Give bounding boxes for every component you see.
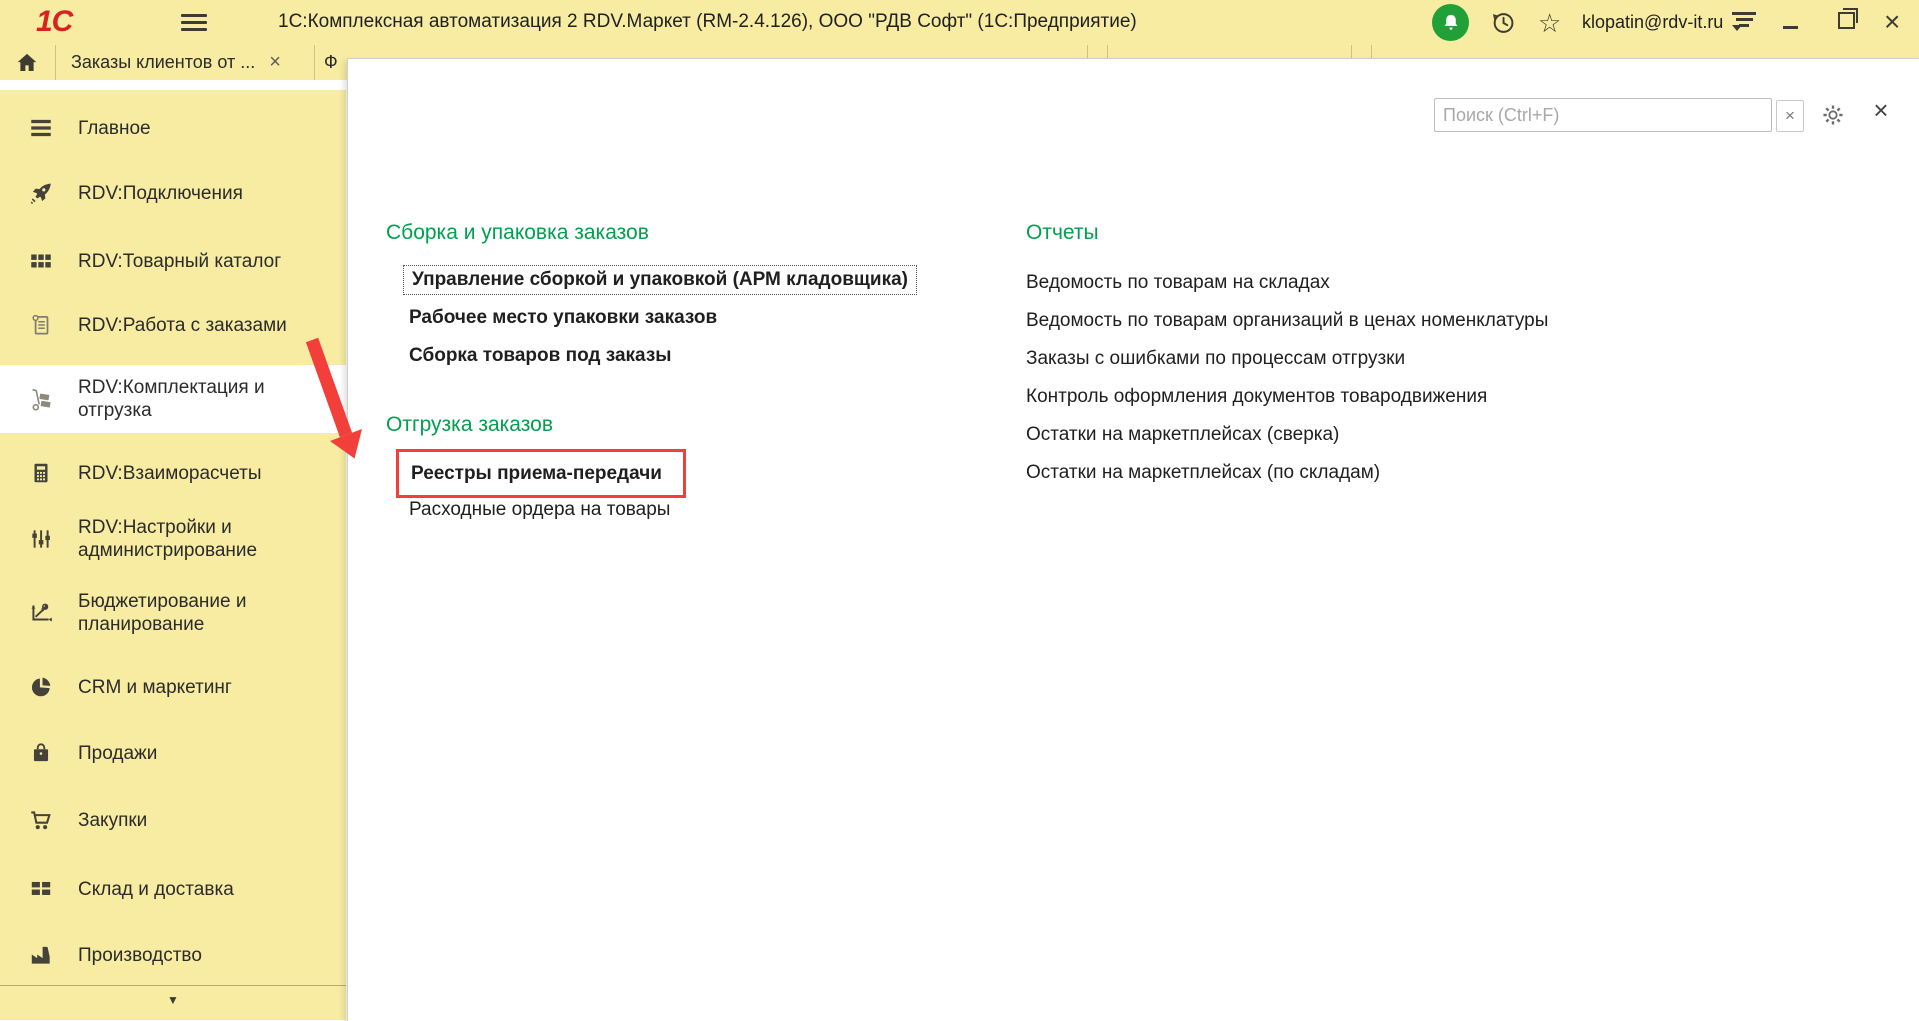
close-icon: ×: [1785, 106, 1795, 125]
title-bar: 1С 1С:Комплексная автоматизация 2 RDV.Ма…: [0, 0, 1919, 48]
pie-chart-icon: [28, 674, 54, 700]
search-clear-button[interactable]: ×: [1776, 100, 1804, 132]
sidebar-divider: [0, 985, 346, 986]
sidebar-item-label: RDV:Товарный каталог: [78, 250, 282, 272]
report-marketplace-stock-check[interactable]: Остатки на маркетплейсах (сверка): [1026, 424, 1339, 446]
sidebar-item-label: RDV:Настройки и администрирование: [78, 517, 258, 561]
gear-icon: [1823, 105, 1843, 125]
sidebar-item-label: Главное: [78, 117, 151, 139]
service-menu-button[interactable]: [1732, 12, 1756, 49]
history-clock-icon: [1492, 13, 1514, 33]
sidebar-item-warehouse[interactable]: Склад и доставка: [0, 869, 346, 909]
sidebar-item-label: CRM и маркетинг: [78, 676, 232, 698]
tab-close-icon[interactable]: ×: [269, 51, 281, 74]
group-title-reports: Отчеты: [1026, 221, 1099, 244]
favorites-star-icon[interactable]: ☆: [1538, 6, 1561, 40]
sidebar-item-rdv-admin[interactable]: RDV:Настройки и администрирование: [0, 511, 346, 567]
report-orders-with-errors[interactable]: Заказы с ошибками по процессам отгрузки: [1026, 348, 1405, 370]
factory-icon: [28, 942, 54, 968]
home-icon: [17, 53, 37, 71]
minimize-button[interactable]: [1783, 26, 1798, 29]
hamburger-icon: [28, 115, 54, 141]
section-functions-panel: × × Сборка и упаковка заказов Управление…: [347, 58, 1919, 1021]
sidebar-item-production[interactable]: Производство: [0, 935, 346, 975]
sidebar-item-purchases[interactable]: Закупки: [0, 800, 346, 840]
history-button[interactable]: [1486, 6, 1520, 40]
tab-partial[interactable]: Ф: [324, 45, 338, 80]
sidebar-item-label: Бюджетирование и планирование: [78, 591, 247, 635]
focused-command-outline: Управление сборкой и упаковкой (АРМ клад…: [403, 265, 918, 295]
command-assembly-management[interactable]: Управление сборкой и упаковкой (АРМ клад…: [412, 269, 908, 290]
main-menu-button[interactable]: [181, 14, 207, 31]
sidebar-item-rdv-orders[interactable]: RDV:Работа с заказами: [0, 305, 346, 345]
section-sidebar: Главное RDV:Подключения RDV:Товарный кат…: [0, 90, 346, 1020]
sidebar-item-label: RDV:Подключения: [78, 182, 243, 204]
command-packing-workplace[interactable]: Рабочее место упаковки заказов: [409, 307, 717, 329]
tab-separator: [314, 45, 315, 80]
grid-icon: [28, 248, 54, 274]
report-document-control[interactable]: Контроль оформления документов товародви…: [1026, 386, 1487, 408]
chevron-down-icon: ▼: [167, 993, 179, 1007]
command-transfer-registers[interactable]: Реестры приема-передачи: [411, 463, 662, 485]
sidebar-item-budgeting[interactable]: Бюджетирование и планирование: [0, 585, 346, 641]
sidebar-item-rdv-shipping[interactable]: RDV:Комплектация и отгрузка: [0, 365, 346, 433]
report-marketplace-stock-by-warehouse[interactable]: Остатки на маркетплейсах (по складам): [1026, 462, 1380, 484]
1c-logo: 1С: [36, 5, 73, 38]
sidebar-expand-more[interactable]: ▼: [0, 993, 346, 1007]
sidebar-item-main[interactable]: Главное: [0, 108, 346, 148]
app-title: 1С:Комплексная автоматизация 2 RDV.Марке…: [278, 11, 1137, 32]
user-account[interactable]: klopatin@rdv-it.ru: [1582, 12, 1723, 33]
report-goods-on-warehouses[interactable]: Ведомость по товарам на складах: [1026, 272, 1330, 294]
sidebar-item-sales[interactable]: Продажи: [0, 733, 346, 773]
sidebar-item-label: RDV:Взаиморасчеты: [78, 462, 262, 484]
chart-axis-icon: [28, 600, 54, 626]
group-title-shipment: Отгрузка заказов: [386, 413, 553, 436]
command-goods-issue-orders[interactable]: Расходные ордера на товары: [409, 499, 670, 521]
cart-icon: [28, 807, 54, 833]
restore-window-button[interactable]: [1838, 8, 1858, 29]
panel-close-button[interactable]: ×: [1866, 95, 1896, 129]
hand-truck-icon: [28, 386, 54, 412]
report-goods-org-prices[interactable]: Ведомость по товарам организаций в ценах…: [1026, 310, 1548, 332]
search-input[interactable]: [1434, 98, 1772, 132]
tab-orders[interactable]: Заказы клиентов от ... ×: [55, 45, 314, 80]
sidebar-item-crm[interactable]: CRM и маркетинг: [0, 667, 346, 707]
sidebar-item-label: Склад и доставка: [78, 878, 234, 900]
sliders-icon: [28, 526, 54, 552]
tab-label: Заказы клиентов от ...: [71, 52, 256, 72]
sidebar-item-rdv-settlements[interactable]: RDV:Взаиморасчеты: [0, 453, 346, 493]
group-title-assembly: Сборка и упаковка заказов: [386, 221, 649, 244]
notifications-button[interactable]: [1432, 4, 1469, 41]
sidebar-item-label: RDV:Комплектация и отгрузка: [78, 377, 265, 421]
rocket-icon: [28, 180, 54, 206]
panel-settings-button[interactable]: [1818, 100, 1848, 130]
bell-icon: [1444, 14, 1457, 30]
sidebar-item-label: Продажи: [78, 742, 158, 764]
sidebar-item-rdv-catalog[interactable]: RDV:Товарный каталог: [0, 241, 346, 281]
highlight-box: Реестры приема-передачи: [396, 449, 686, 498]
close-window-button[interactable]: ×: [1884, 5, 1900, 39]
sidebar-item-label: Производство: [78, 944, 202, 966]
warehouse-grid-icon: [28, 876, 54, 902]
calculator-icon: [28, 460, 54, 486]
home-tab[interactable]: [0, 45, 54, 80]
sidebar-item-label: Закупки: [78, 809, 148, 831]
shopping-bag-icon: [28, 740, 54, 766]
command-goods-assembly[interactable]: Сборка товаров под заказы: [409, 345, 672, 367]
sidebar-item-label: RDV:Работа с заказами: [78, 314, 287, 336]
sidebar-item-rdv-connections[interactable]: RDV:Подключения: [0, 173, 346, 213]
document-icon: [28, 312, 54, 338]
